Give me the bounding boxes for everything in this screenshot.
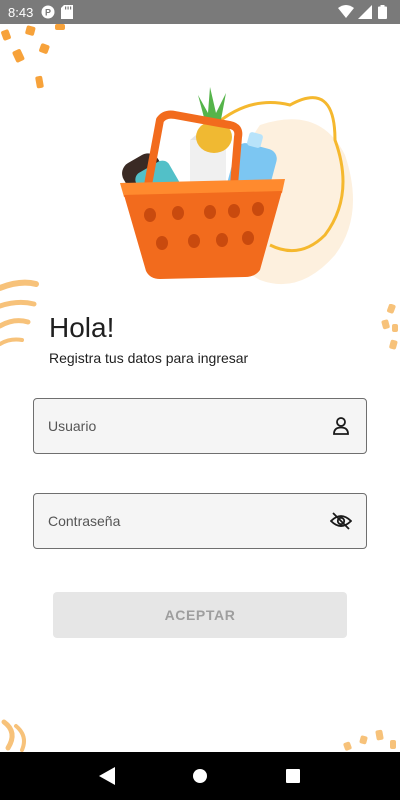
decor-brush-left xyxy=(0,279,39,346)
signal-icon xyxy=(358,5,372,19)
battery-icon xyxy=(378,5,392,19)
decor-brush-bottom-right xyxy=(343,729,396,751)
password-field[interactable] xyxy=(33,493,367,549)
person-icon xyxy=(330,415,352,437)
decor-brush-right xyxy=(381,304,398,350)
sd-card-icon xyxy=(61,5,75,19)
decor-brush-top-left xyxy=(1,24,65,89)
username-input[interactable] xyxy=(48,418,330,434)
status-bar: 8:43 P xyxy=(0,0,400,24)
username-field[interactable] xyxy=(33,398,367,454)
system-nav-bar xyxy=(0,752,400,800)
recents-icon[interactable] xyxy=(281,764,305,788)
parking-app-icon: P xyxy=(41,5,55,19)
greeting-title: Hola! xyxy=(49,312,115,343)
decor-brush-bottom-left xyxy=(1,719,26,752)
accept-button[interactable]: ACEPTAR xyxy=(53,592,347,638)
shopping-basket-illustration xyxy=(120,87,353,285)
visibility-off-icon[interactable] xyxy=(330,510,352,532)
back-icon[interactable] xyxy=(95,764,119,788)
wifi-icon xyxy=(338,5,354,19)
greeting-subtitle: Registra tus datos para ingresar xyxy=(49,350,249,366)
password-input[interactable] xyxy=(48,513,330,529)
svg-text:P: P xyxy=(45,8,51,18)
status-time: 8:43 xyxy=(8,4,34,20)
home-icon[interactable] xyxy=(188,764,212,788)
